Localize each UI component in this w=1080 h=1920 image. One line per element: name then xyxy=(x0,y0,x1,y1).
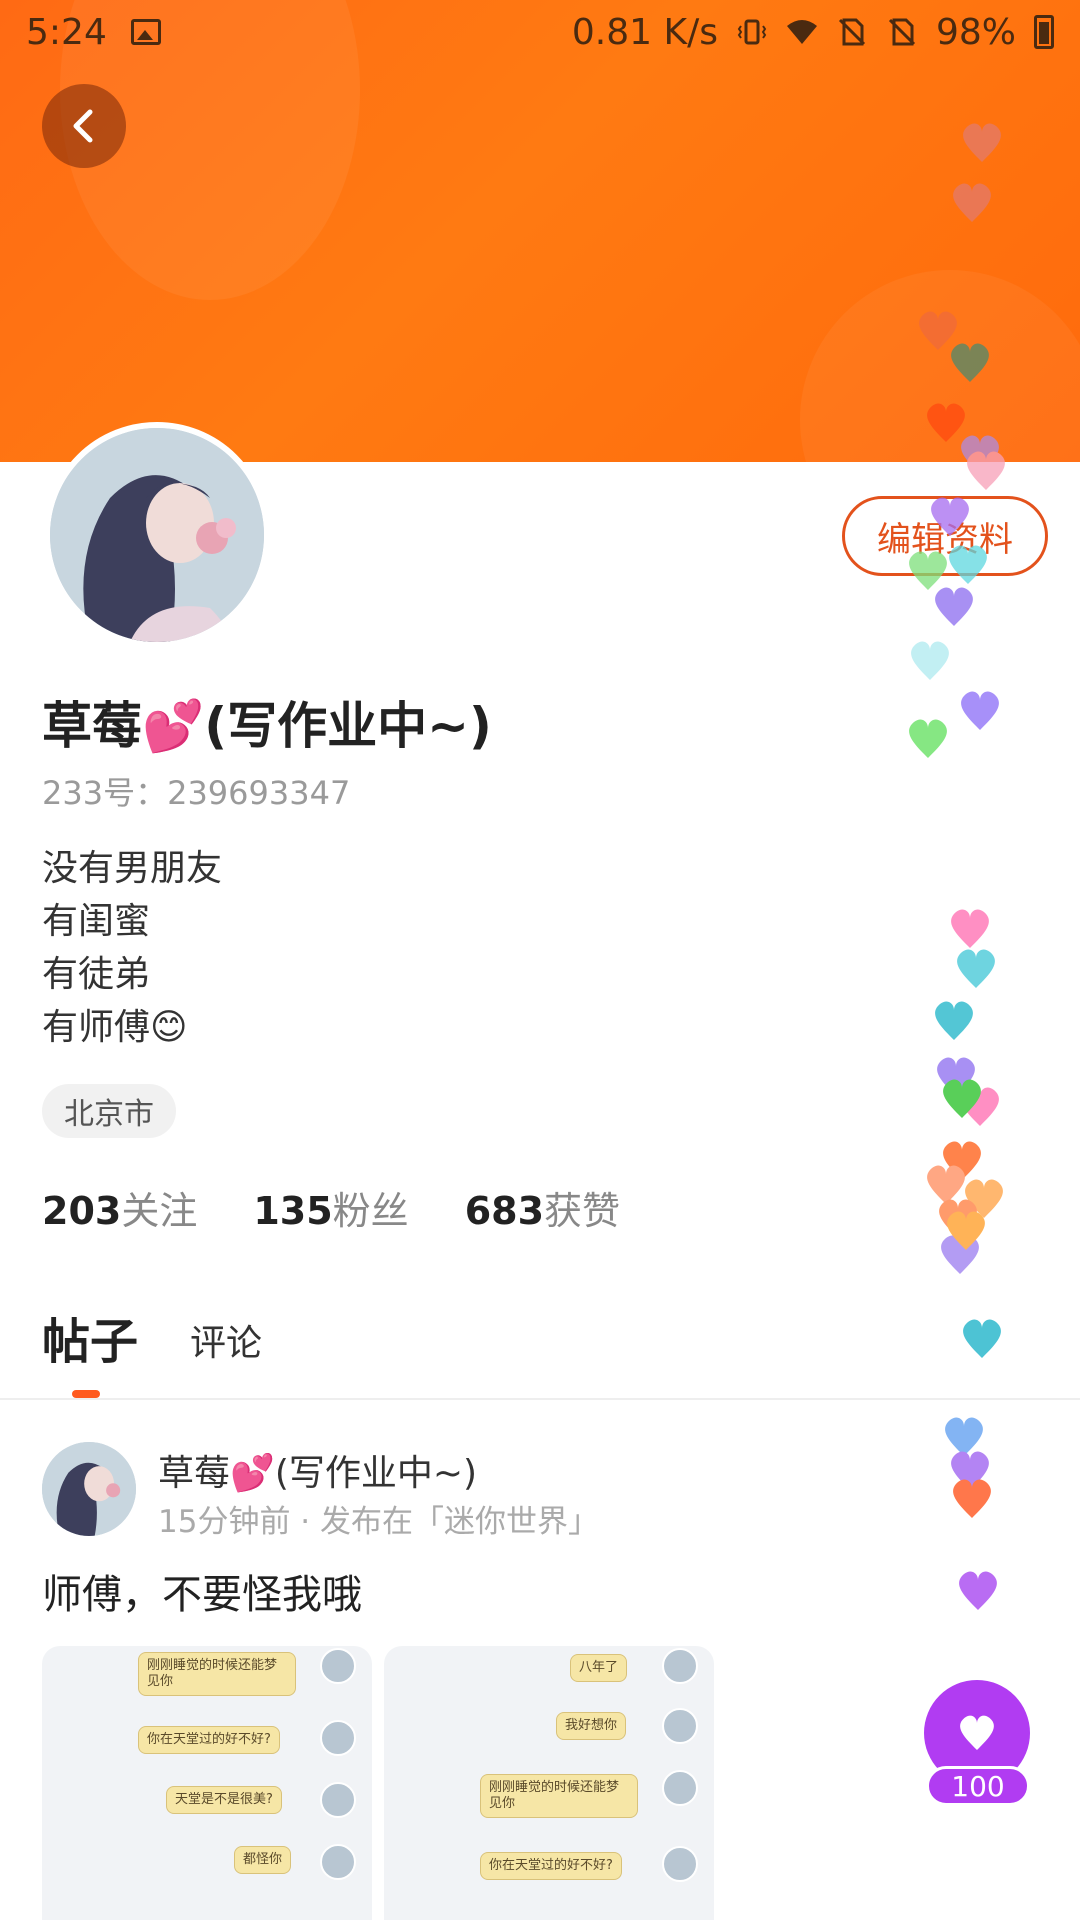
chat-avatar xyxy=(320,1648,356,1684)
bio-line: 有师傅😊 xyxy=(42,1007,188,1048)
heart-icon xyxy=(961,1087,999,1126)
heart-icon xyxy=(935,587,973,626)
avatar-illustration xyxy=(50,428,264,642)
stat-followers[interactable]: 135粉丝 xyxy=(253,1180,408,1235)
post-image[interactable]: 刚刚睡觉的时候还能梦见你 你在天堂过的好不好? 天堂是不是很美? 都怪你 xyxy=(42,1646,372,1920)
chat-bubble: 你在天堂过的好不好? xyxy=(480,1852,622,1880)
content-tabs: 帖子 评论 xyxy=(42,1302,262,1372)
profile-stats: 203关注 135粉丝 683获赞 xyxy=(42,1180,620,1235)
chat-avatar xyxy=(320,1844,356,1880)
tab-posts[interactable]: 帖子 xyxy=(42,1302,138,1372)
no-sim-icon xyxy=(838,18,866,46)
heart-icon xyxy=(935,1001,973,1040)
network-speed: 0.81 K/s xyxy=(571,11,718,53)
post-image[interactable]: 八年了 我好想你 刚刚睡觉的时候还能梦见你 你在天堂过的好不好? xyxy=(384,1646,714,1920)
heart-icon xyxy=(951,1451,989,1490)
post-meta: 15分钟前 · 发布在「迷你世界」 xyxy=(158,1504,600,1540)
heart-icon xyxy=(939,1199,977,1238)
wifi-icon xyxy=(786,20,817,44)
battery-level: 98% xyxy=(935,11,1016,53)
chat-avatar xyxy=(662,1770,698,1806)
status-bar: 5:24 0.81 K/s 98% xyxy=(0,0,1080,64)
chat-bubble: 刚刚睡觉的时候还能梦见你 xyxy=(480,1774,638,1818)
stat-label: 关注 xyxy=(121,1189,198,1233)
chat-bubble: 都怪你 xyxy=(234,1846,292,1874)
chat-avatar xyxy=(662,1708,698,1744)
chat-bubble: 我好想你 xyxy=(556,1712,627,1740)
profile-id: 233号：239693347 xyxy=(42,774,351,812)
image-icon xyxy=(130,19,161,45)
heart-icon xyxy=(927,1165,965,1204)
heart-icon xyxy=(953,1479,991,1518)
post-author-avatar[interactable] xyxy=(42,1442,136,1536)
heart-icon xyxy=(943,1079,981,1118)
bio-line: 没有男朋友 xyxy=(42,848,223,889)
heart-icon xyxy=(965,1179,1003,1218)
battery-charging-icon xyxy=(1034,15,1054,49)
heart-icon xyxy=(945,1417,983,1456)
back-button[interactable] xyxy=(42,84,126,168)
avatar[interactable] xyxy=(44,422,270,648)
stat-likes[interactable]: 683获赞 xyxy=(465,1180,620,1235)
chat-avatar xyxy=(320,1782,356,1818)
profile-name: 草莓💕(写作业中~) xyxy=(42,697,492,755)
profile-banner xyxy=(0,0,1080,462)
chat-bubble: 你在天堂过的好不好? xyxy=(138,1726,280,1754)
profile-bio: 没有男朋友 有闺蜜 有徒弟 有师傅😊 xyxy=(42,842,222,1054)
stat-following[interactable]: 203关注 xyxy=(42,1180,197,1235)
chat-avatar xyxy=(662,1648,698,1684)
stat-label: 获赞 xyxy=(544,1189,621,1233)
chat-bubble: 刚刚睡觉的时候还能梦见你 xyxy=(138,1652,296,1696)
bio-line: 有闺蜜 xyxy=(42,901,151,942)
heart-icon xyxy=(943,1141,981,1180)
stat-number: 683 xyxy=(464,1189,545,1233)
chat-bubble: 天堂是不是很美? xyxy=(166,1786,282,1814)
chat-bubble: 八年了 xyxy=(570,1654,628,1682)
stat-label: 粉丝 xyxy=(332,1189,409,1233)
chat-avatar xyxy=(320,1720,356,1756)
edit-profile-button[interactable]: 编辑资料 xyxy=(842,496,1048,576)
post-text[interactable]: 师傅，不要怪我哦 xyxy=(42,1562,362,1620)
heart-icon xyxy=(963,1319,1001,1358)
chevron-left-icon xyxy=(73,109,93,143)
chat-avatar xyxy=(662,1846,698,1882)
status-time: 5:24 xyxy=(26,11,107,53)
tab-indicator xyxy=(72,1390,100,1398)
heart-icon xyxy=(951,909,989,948)
heart-icon xyxy=(957,949,995,988)
stat-number: 135 xyxy=(253,1189,333,1233)
like-count: 100 xyxy=(926,1766,1030,1806)
vibrate-icon xyxy=(737,19,767,45)
divider xyxy=(0,1398,1080,1400)
post-author-name[interactable]: 草莓💕(写作业中~) xyxy=(158,1444,477,1496)
heart-icon xyxy=(909,719,947,758)
heart-icon xyxy=(941,1235,979,1274)
heart-icon xyxy=(937,1057,975,1096)
heart-icon xyxy=(960,1715,994,1750)
heart-icon xyxy=(961,691,999,730)
banner-decoration xyxy=(800,270,1080,462)
location-tag: 北京市 xyxy=(42,1084,176,1138)
heart-icon xyxy=(947,1211,985,1250)
avatar-illustration xyxy=(42,1442,136,1536)
stat-number: 203 xyxy=(42,1189,122,1233)
heart-icon xyxy=(911,641,949,680)
no-sim-icon xyxy=(888,18,916,46)
bio-line: 有徒弟 xyxy=(42,954,151,995)
tab-comments[interactable]: 评论 xyxy=(190,1314,262,1372)
heart-icon xyxy=(959,1571,997,1610)
